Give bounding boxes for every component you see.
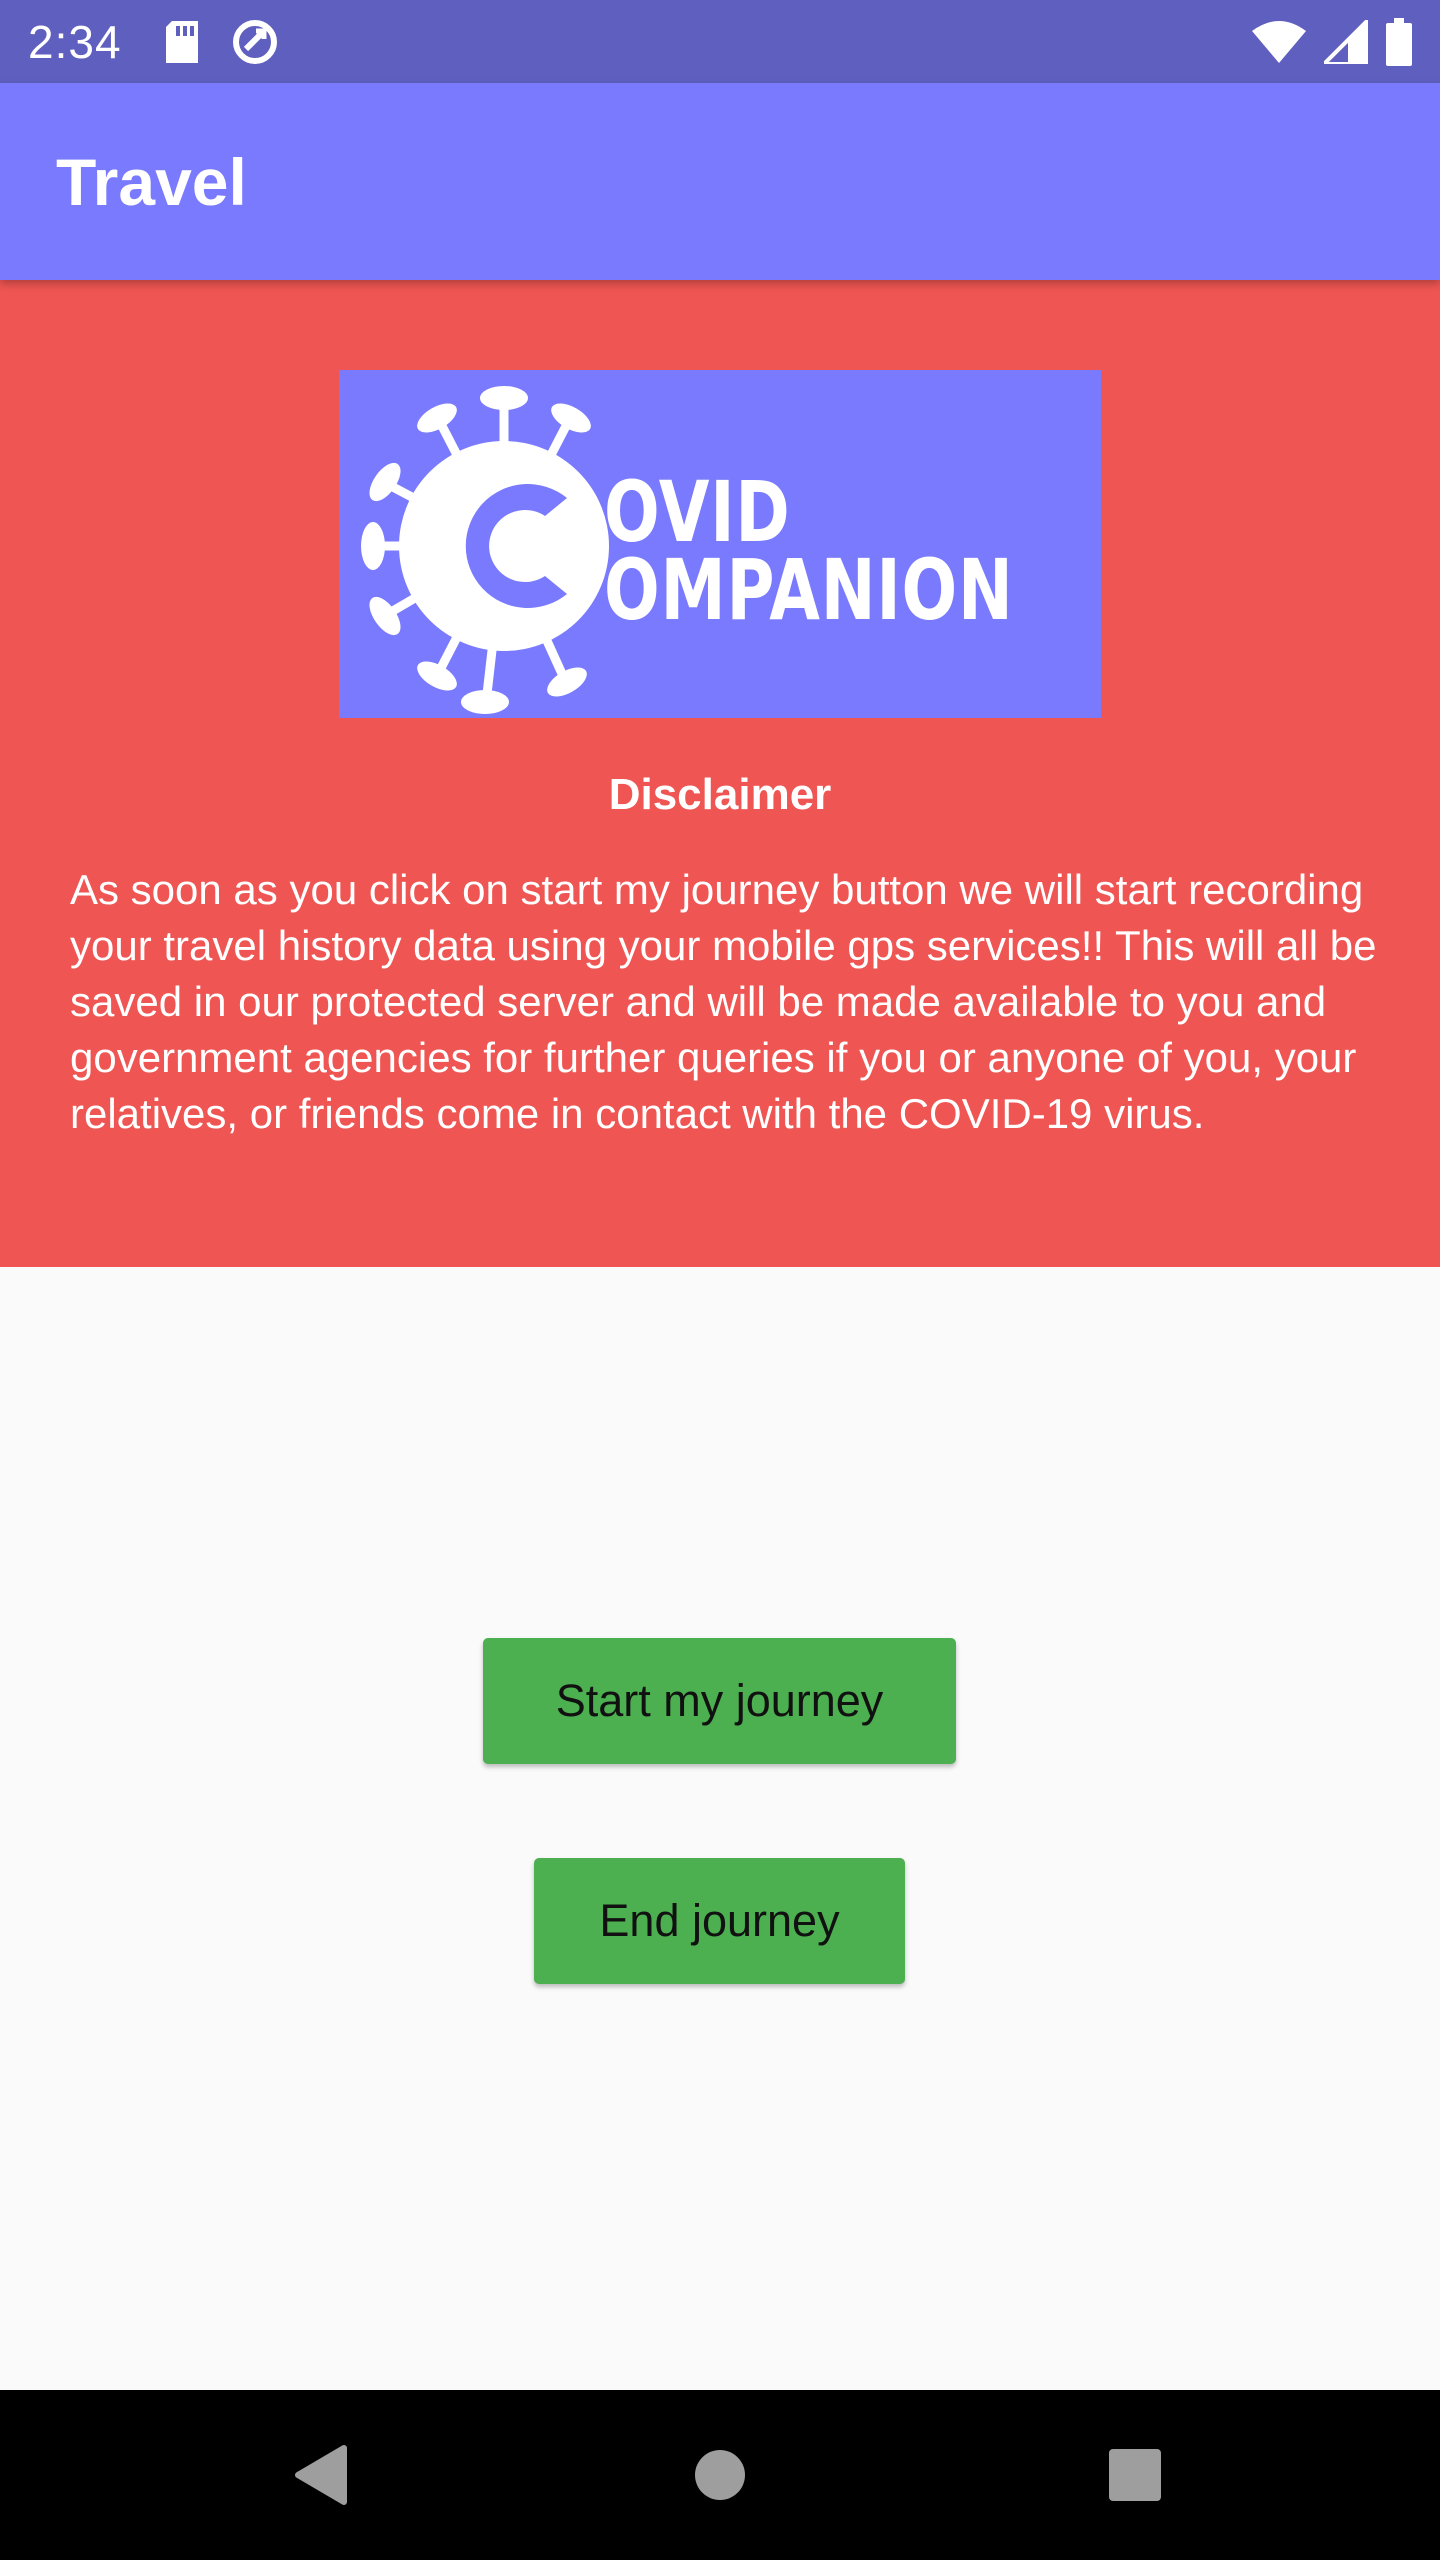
back-button[interactable] [260, 2390, 380, 2560]
start-journey-button[interactable]: Start my journey [483, 1638, 956, 1764]
sync-icon [230, 17, 280, 67]
home-icon [695, 2450, 745, 2500]
logo-line-1: OVID [604, 463, 791, 561]
recents-icon [1109, 2449, 1161, 2501]
status-bar: 2:34 [0, 0, 1440, 83]
disclaimer-body: As soon as you click on start my journey… [70, 866, 1377, 1137]
home-button[interactable] [660, 2390, 780, 2560]
end-journey-button[interactable]: End journey [534, 1858, 905, 1984]
signal-icon [1324, 19, 1368, 64]
app-title: Travel [56, 144, 247, 219]
disclaimer-section: OVID OMPANION Disclaimer As soon as you … [0, 280, 1440, 1267]
screen: 2:34 Travel OVID OMPANION Disclaimer As … [0, 0, 1440, 2560]
recents-button[interactable] [1075, 2390, 1195, 2560]
status-time: 2:34 [28, 15, 122, 68]
wifi-icon [1252, 20, 1306, 63]
logo-wordmark: OVID OMPANION [604, 463, 1129, 639]
app-bar: Travel [0, 83, 1440, 280]
battery-icon [1386, 17, 1412, 66]
disclaimer-title: Disclaimer [608, 770, 832, 819]
sd-card-icon [164, 20, 200, 63]
logo-line-2: OMPANION [604, 541, 1014, 639]
virus-icon [361, 386, 609, 714]
navigation-bar [0, 2390, 1440, 2560]
back-icon [295, 2445, 347, 2505]
covid-companion-logo: OVID OMPANION [339, 370, 1101, 718]
